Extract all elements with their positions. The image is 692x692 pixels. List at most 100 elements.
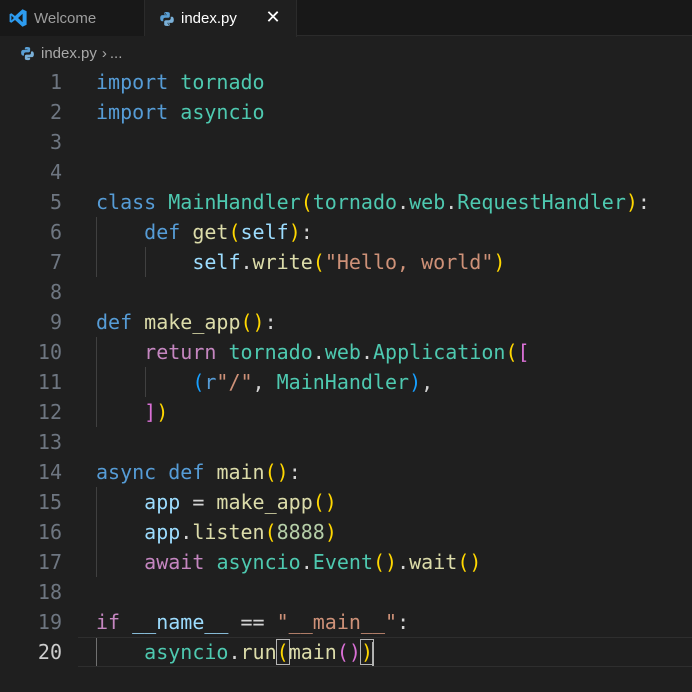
code-line[interactable]: 4 <box>0 157 692 187</box>
code-token: : <box>637 190 650 214</box>
code-editor[interactable]: 1 import tornado 2 import asyncio 3 4 5 class M… <box>0 67 692 692</box>
code-text: asyncio.run(main()) <box>96 637 375 667</box>
python-file-icon <box>20 46 35 61</box>
code-token: () <box>264 460 289 484</box>
code-line[interactable]: 12 ]) <box>0 397 692 427</box>
tab-welcome-label: Welcome <box>34 9 97 27</box>
code-line[interactable]: 11 (r"/", MainHandler), <box>0 367 692 397</box>
line-number: 17 <box>37 550 62 574</box>
code-line[interactable]: 20 asyncio.run(main()) <box>0 637 692 667</box>
code-token: r <box>204 370 217 394</box>
tab-index-py[interactable]: index.py ✕ <box>145 0 297 37</box>
code-token: app <box>144 490 181 514</box>
code-token: web <box>324 340 361 364</box>
code-token: tornado <box>228 340 313 364</box>
code-token: 8888 <box>276 520 325 544</box>
code-token: : <box>300 220 313 244</box>
code-token: web <box>409 190 446 214</box>
code-token: def <box>96 310 133 334</box>
code-token: . <box>240 250 253 274</box>
close-icon[interactable]: ✕ <box>264 8 282 26</box>
code-text: ]) <box>96 397 168 427</box>
code-token: async <box>96 460 157 484</box>
code-token: ) <box>324 520 337 544</box>
code-token: . <box>445 190 458 214</box>
code-line[interactable]: 3 <box>0 127 692 157</box>
code-token: def <box>168 460 205 484</box>
code-token: if <box>96 610 121 634</box>
tab-index-py-label: index.py <box>181 10 237 27</box>
code-token: "__main__" <box>276 610 398 634</box>
code-line[interactable]: 10 return tornado.web.Application([ <box>0 337 692 367</box>
code-token: "/" <box>216 370 253 394</box>
code-text: def make_app(): <box>96 307 277 337</box>
line-number: 2 <box>49 100 62 124</box>
code-token: () <box>373 550 398 574</box>
line-number: 15 <box>37 490 62 514</box>
code-token: RequestHandler <box>457 190 626 214</box>
code-line[interactable]: 2 import asyncio <box>0 97 692 127</box>
code-line[interactable]: 13 <box>0 427 692 457</box>
line-number: 3 <box>49 130 62 154</box>
breadcrumb-file[interactable]: index.py <box>41 45 97 62</box>
text-cursor <box>372 641 374 666</box>
code-token: self <box>192 250 241 274</box>
code-line[interactable]: 19 if __name__ == "__main__": <box>0 607 692 637</box>
code-token: () <box>336 640 361 664</box>
code-line[interactable]: 16 app.listen(8888) <box>0 517 692 547</box>
line-number: 11 <box>37 370 62 394</box>
code-line[interactable]: 5 class MainHandler(tornado.web.RequestHa… <box>0 187 692 217</box>
code-line[interactable]: 9 def make_app(): <box>0 307 692 337</box>
code-token: . <box>397 190 410 214</box>
code-token: ) <box>156 400 169 424</box>
code-line[interactable]: 7 self.write("Hello, world") <box>0 247 692 277</box>
line-number: 1 <box>49 70 62 94</box>
tab-welcome[interactable]: Welcome <box>0 0 145 36</box>
code-token: await <box>144 550 205 574</box>
code-line[interactable]: 18 <box>0 577 692 607</box>
code-text: class MainHandler(tornado.web.RequestHan… <box>96 187 650 217</box>
code-token: ) <box>409 370 422 394</box>
code-text: app.listen(8888) <box>96 517 337 547</box>
code-token: run <box>240 640 277 664</box>
code-token: MainHandler <box>168 190 301 214</box>
line-number: 13 <box>37 430 62 454</box>
code-token: self <box>240 220 289 244</box>
code-token: asyncio <box>144 640 229 664</box>
python-file-icon <box>159 11 175 27</box>
breadcrumb-symbol[interactable]: ... <box>110 45 123 62</box>
code-token: [ <box>517 340 530 364</box>
code-token: . <box>300 550 313 574</box>
line-number: 12 <box>37 400 62 424</box>
code-token: () <box>312 490 337 514</box>
code-token: , <box>252 370 277 394</box>
code-text: import tornado <box>96 67 265 97</box>
code-line[interactable]: 6 def get(self): <box>0 217 692 247</box>
code-line[interactable]: 17 await asyncio.Event().wait() <box>0 547 692 577</box>
code-line[interactable]: 15 app = make_app() <box>0 487 692 517</box>
code-text: self.write("Hello, world") <box>96 247 505 277</box>
line-number: 18 <box>37 580 62 604</box>
editor-tab-bar: Welcome index.py ✕ <box>0 0 692 37</box>
code-line[interactable]: 14 async def main(): <box>0 457 692 487</box>
code-token: ( <box>312 250 325 274</box>
line-number: 6 <box>49 220 62 244</box>
code-token: , <box>421 370 434 394</box>
code-token: () <box>240 310 265 334</box>
code-text: app = make_app() <box>96 487 337 517</box>
code-line[interactable]: 8 <box>0 277 692 307</box>
code-line[interactable]: 1 import tornado <box>0 67 692 97</box>
code-token: == <box>228 610 277 634</box>
line-number: 19 <box>37 610 62 634</box>
